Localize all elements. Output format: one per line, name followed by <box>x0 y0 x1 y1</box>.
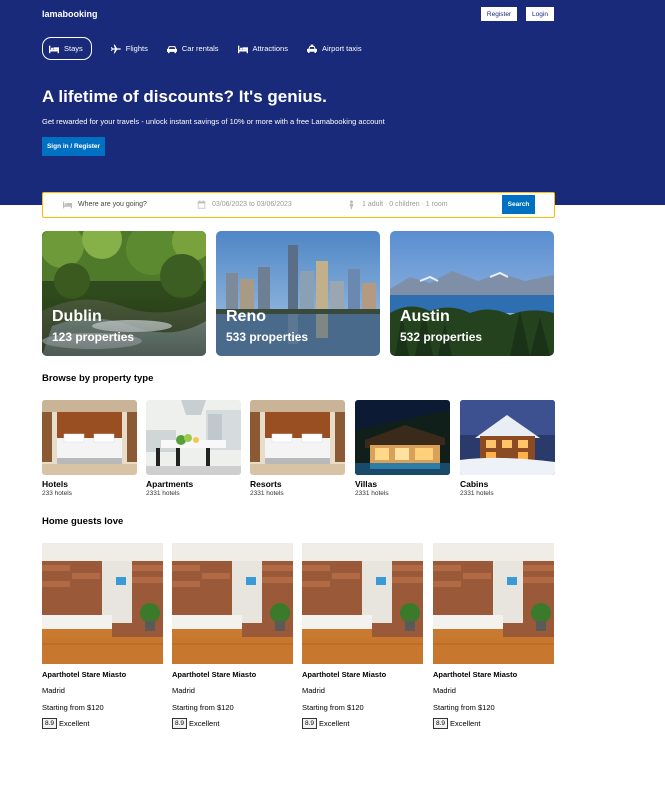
hotels-image <box>42 400 137 475</box>
hotel-image <box>42 543 163 664</box>
person-icon <box>349 200 354 209</box>
guests-love-title: Home guests love <box>42 516 124 527</box>
date-range-text: 03/06/2023 to 03/06/2023 <box>212 201 292 208</box>
hotel-price: Starting from $120 <box>433 703 495 712</box>
tab-label: Stays <box>64 44 83 53</box>
date-field[interactable]: 03/06/2023 to 03/06/2023 <box>197 193 292 216</box>
hotel-name: Aparthotel Stare Miasto <box>42 670 127 679</box>
city-name: Reno <box>226 308 266 325</box>
property-type-count: 2331 hotels <box>146 490 180 497</box>
destination-field[interactable]: Where are you going? <box>63 193 147 216</box>
rating-score-badge: 8.9 <box>433 718 449 729</box>
taxi-icon <box>306 44 317 53</box>
property-type-count: 233 hotels <box>42 490 72 497</box>
rating-label: Excellent <box>59 719 90 728</box>
hotel-rating: 8.9 Excellent <box>42 718 163 729</box>
tab-label: Attractions <box>252 44 288 53</box>
bed-icon <box>237 45 248 53</box>
cabins-image <box>460 400 555 475</box>
rating-label: Excellent <box>319 719 350 728</box>
bed-icon <box>63 201 72 209</box>
search-bar: Where are you going? 03/06/2023 to 03/06… <box>42 192 555 218</box>
hotel-rating: 8.9 Excellent <box>172 718 293 729</box>
hotel-city: Madrid <box>302 686 325 695</box>
property-type-count: 2331 hotels <box>355 490 389 497</box>
resorts-image <box>250 400 345 475</box>
hotel-card[interactable]: Aparthotel Stare Miasto Madrid Starting … <box>302 543 423 729</box>
tab-car-rentals[interactable]: Car rentals <box>166 37 219 60</box>
tab-label: Car rentals <box>181 44 219 53</box>
property-type-name: Apartments <box>146 479 194 489</box>
property-type-card[interactable]: Hotels 233 hotels <box>42 400 137 497</box>
city-property-count: 532 properties <box>400 330 483 344</box>
hero-description: Get rewarded for your travels - unlock i… <box>42 117 385 126</box>
hotel-name: Aparthotel Stare Miasto <box>302 670 387 679</box>
tab-airport-taxis[interactable]: Airport taxis <box>306 37 362 60</box>
city-name: Austin <box>400 308 450 325</box>
property-type-card[interactable]: Villas 2331 hotels <box>355 400 450 497</box>
property-type-name: Villas <box>355 479 378 489</box>
logo[interactable]: lamabooking <box>42 9 98 19</box>
rating-score-badge: 8.9 <box>42 718 58 729</box>
tab-attractions[interactable]: Attractions <box>237 37 288 60</box>
hotel-price: Starting from $120 <box>172 703 234 712</box>
rating-label: Excellent <box>450 719 481 728</box>
car-icon <box>166 45 177 53</box>
hotel-name: Aparthotel Stare Miasto <box>433 670 518 679</box>
guests-field[interactable]: 1 adult · 0 children · 1 room <box>347 193 448 216</box>
featured-city-dublin[interactable]: Dublin 123 properties <box>42 231 206 356</box>
register-button[interactable]: Register <box>481 7 517 21</box>
property-type-card[interactable]: Resorts 2331 hotels <box>250 400 345 497</box>
property-type-card[interactable]: Apartments 2331 hotels <box>146 400 241 497</box>
header: lamabooking Register Login Stays Flights… <box>0 0 665 205</box>
tab-label: Airport taxis <box>321 44 362 53</box>
hotel-card[interactable]: Aparthotel Stare Miasto Madrid Starting … <box>433 543 554 729</box>
hotel-card[interactable]: Aparthotel Stare Miasto Madrid Starting … <box>172 543 293 729</box>
destination-input[interactable]: Where are you going? <box>78 201 147 208</box>
hotel-name: Aparthotel Stare Miasto <box>172 670 257 679</box>
hotel-rating: 8.9 Excellent <box>433 718 554 729</box>
hotel-price: Starting from $120 <box>42 703 104 712</box>
apartments-image <box>146 400 241 475</box>
property-type-name: Hotels <box>42 479 68 489</box>
tab-stays[interactable]: Stays <box>42 37 92 60</box>
tab-flights[interactable]: Flights <box>110 37 148 60</box>
property-type-count: 2331 hotels <box>250 490 284 497</box>
rating-score-badge: 8.9 <box>302 718 318 729</box>
villas-image <box>355 400 450 475</box>
rating-score-badge: 8.9 <box>172 718 188 729</box>
bed-icon <box>49 45 59 53</box>
property-type-name: Resorts <box>250 479 282 489</box>
hotel-card[interactable]: Aparthotel Stare Miasto Madrid Starting … <box>42 543 163 729</box>
guests-text: 1 adult · 0 children · 1 room <box>362 201 448 208</box>
featured-city-austin[interactable]: Austin 532 properties <box>390 231 554 356</box>
property-type-count: 2331 hotels <box>460 490 494 497</box>
city-property-count: 533 properties <box>226 330 309 344</box>
hotel-rating: 8.9 Excellent <box>302 718 423 729</box>
property-types-title: Browse by property type <box>42 373 154 384</box>
hotel-image <box>302 543 423 664</box>
hotel-image <box>433 543 554 664</box>
property-type-card[interactable]: Cabins 2331 hotels <box>460 400 555 497</box>
hotel-city: Madrid <box>42 686 65 695</box>
hotel-city: Madrid <box>172 686 195 695</box>
featured-city-reno[interactable]: Reno 533 properties <box>216 231 380 356</box>
hero-title: A lifetime of discounts? It's genius. <box>42 87 327 106</box>
login-button[interactable]: Login <box>526 7 554 21</box>
property-type-name: Cabins <box>460 479 489 489</box>
nav-tabs: Stays Flights Car rentals Attractions Ai… <box>42 37 381 60</box>
hotel-image <box>172 543 293 664</box>
search-button[interactable]: Search <box>502 195 535 214</box>
city-name: Dublin <box>52 308 102 325</box>
rating-label: Excellent <box>189 719 220 728</box>
plane-icon <box>110 44 121 53</box>
hotel-price: Starting from $120 <box>302 703 364 712</box>
tab-label: Flights <box>125 44 148 53</box>
calendar-icon <box>197 200 206 209</box>
signin-register-button[interactable]: Sign in / Register <box>42 137 105 156</box>
hotel-city: Madrid <box>433 686 456 695</box>
city-property-count: 123 properties <box>52 330 135 344</box>
